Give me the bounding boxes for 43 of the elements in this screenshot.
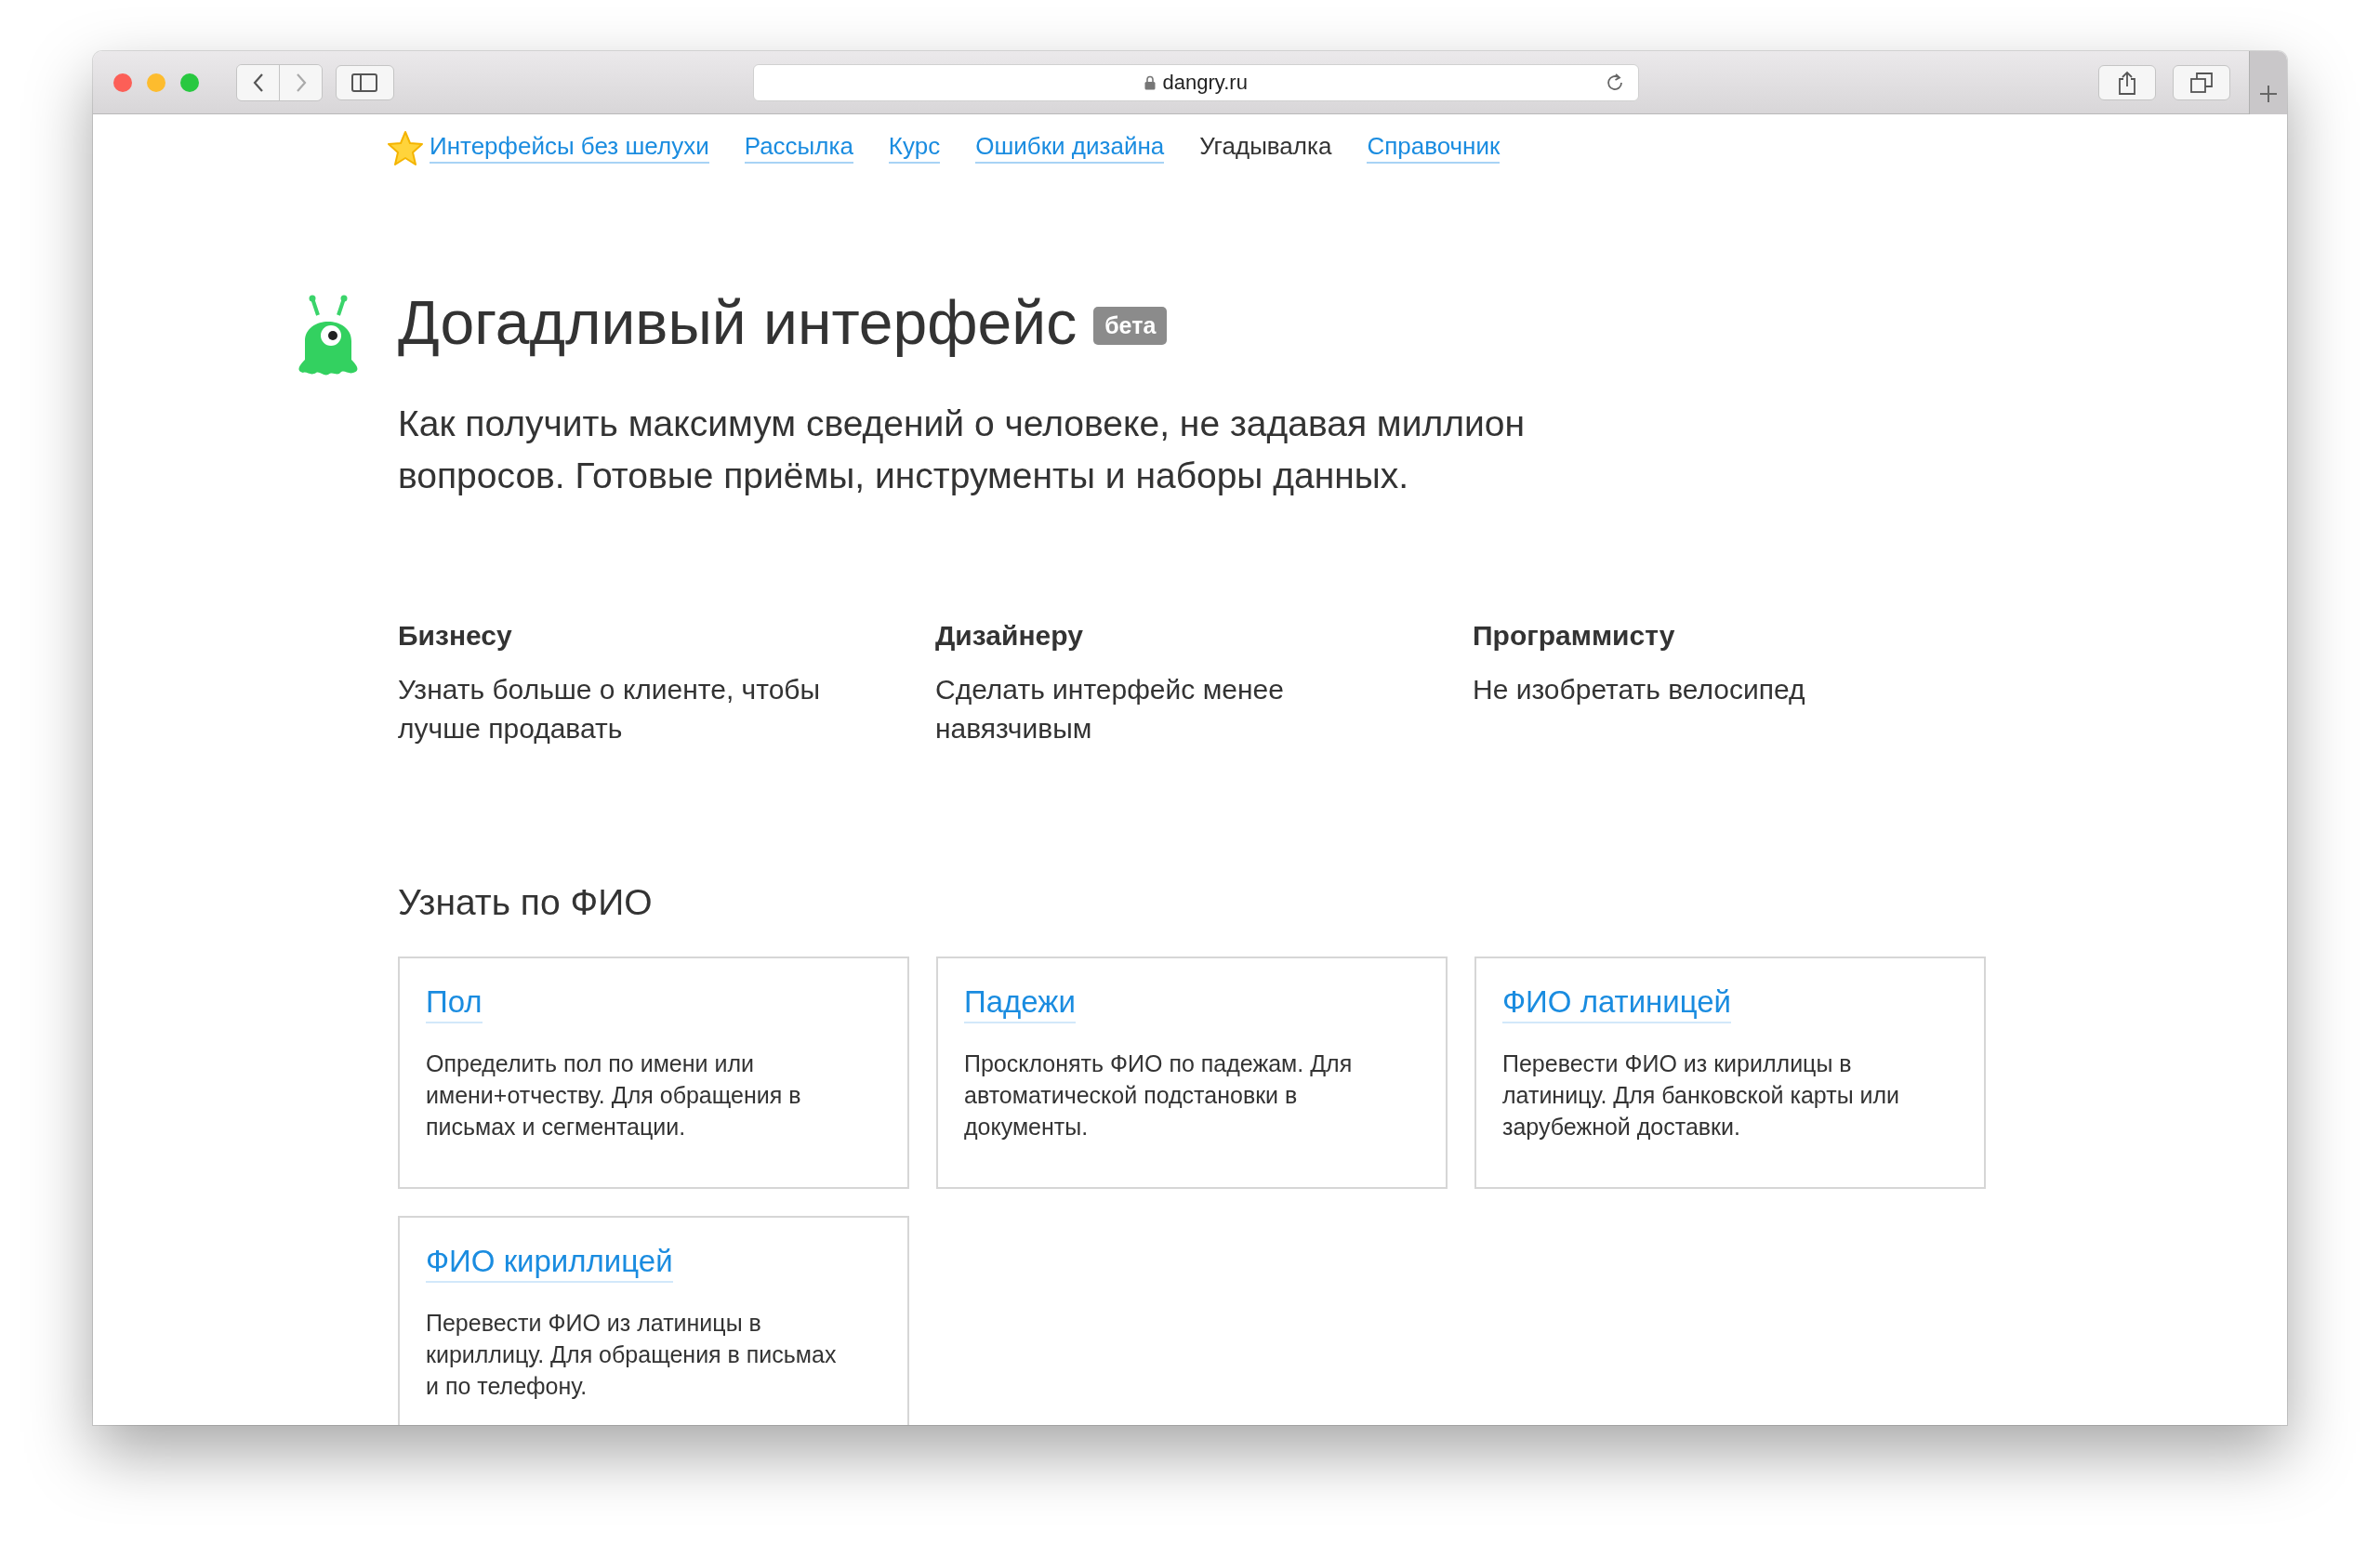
page-subtitle: Как получить максимум сведений о человеке, не задавая миллион вопросов. Готовые приёмы, инструменты и наборы данных. (398, 402, 1526, 497)
star-icon (387, 130, 424, 165)
address-bar[interactable]: dangry.ru (752, 63, 1639, 101)
tabs-button[interactable] (2172, 64, 2230, 100)
feature-card[interactable]: Пол Определить пол по имени или имени+отчеству. Для обращения в письмах и сегментации. (398, 956, 909, 1189)
nav-link[interactable]: Ошибки дизайна (975, 132, 1165, 164)
card-title-link[interactable]: Пол (426, 983, 483, 1023)
card-title-link[interactable]: ФИО кириллицей (426, 1243, 673, 1283)
audience-title: Бизнесу (398, 619, 513, 652)
feature-card[interactable]: Падежи Просклонять ФИО по падежам. Для автоматической подстановки в документы. (936, 956, 1448, 1189)
nav-link[interactable]: Рассылка (744, 132, 853, 164)
new-tab-button[interactable] (2248, 51, 2287, 114)
url-text: dangry.ru (1162, 70, 1248, 95)
tabs-icon (2189, 72, 2213, 93)
card-description: Просклонять ФИО по падежам. Для автоматической подстановки в документы. (964, 1049, 1354, 1141)
audience-text: Узнать больше о клиенте, чтобы лучше продавать (398, 672, 822, 746)
card-description: Перевести ФИО из кириллицы в латиницу. Для банковской карты или зарубежной доставки. (1502, 1049, 1901, 1141)
audience-text: Сделать интерфейс менее навязчивым (935, 672, 1285, 746)
card-title-link[interactable]: ФИО латиницей (1502, 983, 1732, 1023)
feature-card[interactable]: ФИО кириллицей Перевести ФИО из латиницы в кириллицу. Для обращения в письмах и по телефону. (398, 1215, 909, 1425)
plus-icon (2258, 84, 2278, 103)
card-title-link[interactable]: Падежи (964, 983, 1076, 1023)
audience-text: Не изобретать велосипед (1473, 672, 1806, 706)
beta-badge: бета (1093, 306, 1168, 345)
feature-card[interactable]: ФИО латиницей Перевести ФИО из кириллицы в латиницу. Для банковской карты или зарубежной доставки. (1474, 956, 1986, 1189)
share-button[interactable] (2097, 64, 2156, 100)
page-title: Догадливый интерфейс (398, 289, 1078, 357)
audience-title: Дизайнеру (935, 619, 1084, 652)
sidebar-icon (351, 73, 378, 92)
chevron-right-icon (294, 72, 308, 93)
share-icon (2117, 70, 2136, 95)
nav-link[interactable]: Угадывалка (1199, 132, 1332, 164)
back-button[interactable] (237, 64, 280, 100)
nav-link[interactable]: Справочник (1367, 132, 1501, 164)
nav-link[interactable]: Интерфейсы без шелухи (390, 130, 709, 165)
chevron-left-icon (251, 72, 265, 93)
card-description: Определить пол по имени или имени+отчеству. Для обращения в письмах и сегментации. (426, 1049, 802, 1141)
audience-title: Программисту (1473, 619, 1676, 652)
nav-link[interactable]: Курс (888, 132, 941, 164)
lock-icon (1144, 74, 1156, 90)
card-description: Перевести ФИО из латиницы в кириллицу. Для обращения в письмах и по телефону. (426, 1308, 838, 1401)
sidebar-button[interactable] (335, 64, 394, 100)
section-title: Узнать по ФИО (398, 881, 654, 923)
